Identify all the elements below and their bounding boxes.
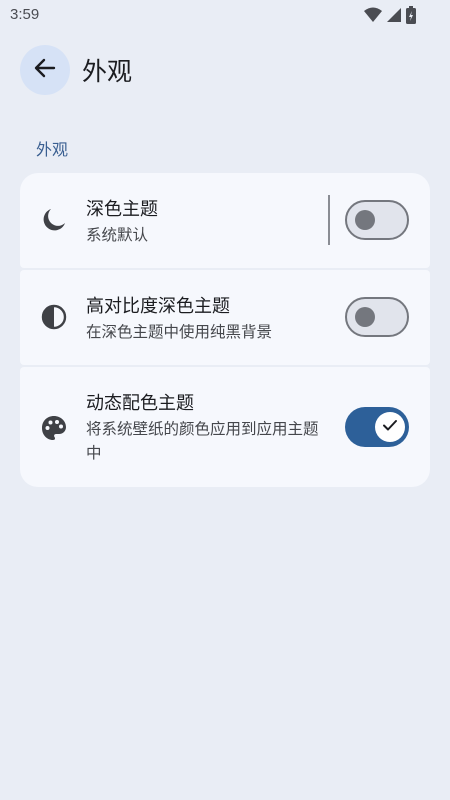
setting-subtitle: 系统默认	[86, 226, 149, 244]
setting-title: 动态配色主题	[86, 393, 194, 414]
setting-subtitle: 在深色主题中使用纯黑背景	[86, 323, 273, 341]
switch-thumb	[355, 307, 375, 327]
setting-row-high-contrast[interactable]: 高对比度深色主题 在深色主题中使用纯黑背景	[20, 270, 430, 365]
setting-row-dark-theme[interactable]: 深色主题 系统默认	[20, 173, 430, 268]
contrast-icon	[40, 303, 68, 331]
back-button[interactable]	[20, 45, 70, 95]
dark-theme-toggle[interactable]	[345, 200, 409, 240]
status-bar: 3:59	[0, 0, 450, 30]
check-icon	[382, 417, 398, 437]
battery-charging-icon	[406, 6, 416, 24]
app-bar: 外观	[0, 42, 450, 98]
wifi-icon	[364, 7, 382, 23]
status-icons	[364, 6, 416, 24]
switch-thumb	[375, 412, 405, 442]
dynamic-color-toggle[interactable]	[345, 407, 409, 447]
dark-mode-moon-icon	[40, 206, 68, 234]
arrow-back-icon	[34, 57, 56, 83]
setting-title: 高对比度深色主题	[86, 296, 230, 317]
divider	[328, 195, 330, 245]
setting-title: 深色主题	[86, 199, 158, 220]
status-time: 3:59	[10, 6, 40, 23]
section-header: 外观	[36, 140, 69, 159]
page-title: 外观	[82, 57, 133, 86]
high-contrast-toggle[interactable]	[345, 297, 409, 337]
cell-signal-icon	[386, 7, 402, 23]
setting-subtitle: 将系统壁纸的颜色应用到应用主题中	[86, 420, 319, 462]
switch-thumb	[355, 210, 375, 230]
setting-row-dynamic-color[interactable]: 动态配色主题 将系统壁纸的颜色应用到应用主题中	[20, 367, 430, 487]
palette-icon	[40, 414, 68, 442]
